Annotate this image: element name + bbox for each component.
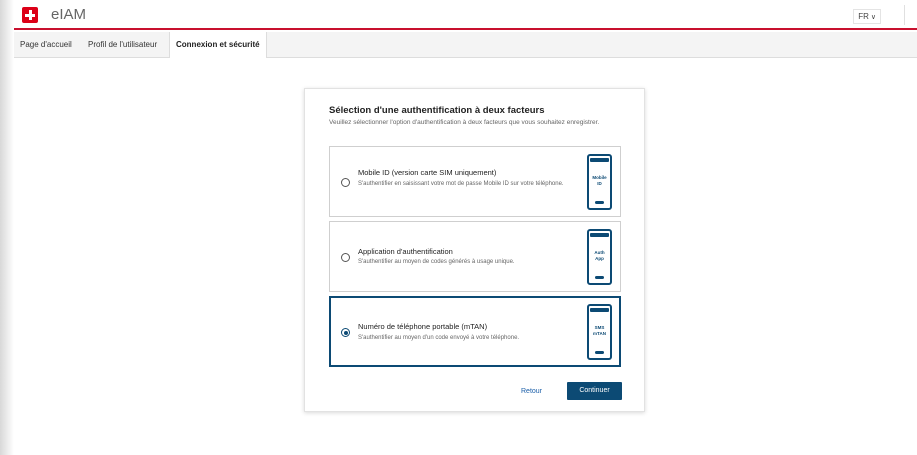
card-title: Sélection d'une authentification à deux … [329, 105, 545, 116]
main-nav: Page d'accueil Profil de l'utilisateur C… [14, 32, 917, 58]
option-description: S'authentifier en saisissant votre mot d… [358, 181, 564, 187]
header-divider [904, 5, 905, 25]
tab-page-accueil[interactable]: Page d'accueil [14, 32, 78, 58]
option-description: S'authentifier au moyen de codes générés… [358, 259, 515, 265]
option-mobile-id[interactable]: Mobile ID (version carte SIM uniquement)… [329, 146, 621, 217]
continue-button[interactable]: Continuer [567, 382, 622, 400]
radio-mtan[interactable] [341, 328, 350, 337]
back-button[interactable]: Retour [521, 388, 542, 395]
phone-icon-label: Mobile [592, 175, 607, 180]
phone-icon-label: ID [597, 181, 602, 186]
phone-icon-label: mTAN [593, 331, 606, 336]
tab-profil-utilisateur[interactable]: Profil de l'utilisateur [82, 32, 163, 58]
radio-auth-app[interactable] [341, 253, 350, 262]
chevron-down-icon: ∨ [870, 14, 876, 21]
tab-connexion-securite[interactable]: Connexion et sécurité [169, 32, 267, 58]
phone-icon-label: App [595, 256, 604, 261]
option-title: Numéro de téléphone portable (mTAN) [358, 322, 488, 331]
top-header: eIAM FR ∨ [14, 0, 917, 30]
app-title: eIAM [51, 6, 87, 23]
radio-mobile-id[interactable] [341, 178, 350, 187]
option-auth-app[interactable]: Application d'authentification S'authent… [329, 221, 621, 292]
phone-icon-label: Auth [594, 250, 605, 255]
language-selector[interactable]: FR ∨ [853, 9, 881, 24]
auth-app-phone-icon: Auth App [587, 229, 612, 285]
language-label: FR [858, 12, 869, 21]
two-factor-card: Sélection d'une authentification à deux … [304, 88, 645, 412]
swiss-cross-logo-icon [22, 7, 38, 23]
option-title: Application d'authentification [358, 247, 453, 256]
phone-icon-label: SMS [594, 325, 605, 330]
page-edge [0, 0, 14, 455]
mobile-phone-icon: Mobile ID [587, 154, 612, 210]
sms-phone-icon: SMS mTAN [587, 304, 612, 360]
option-description: S'authentifier au moyen d'un code envoyé… [358, 335, 520, 341]
option-title: Mobile ID (version carte SIM uniquement) [358, 168, 497, 177]
option-mtan[interactable]: Numéro de téléphone portable (mTAN) S'au… [329, 296, 621, 367]
card-description: Veuillez sélectionner l'option d'authent… [329, 119, 600, 126]
